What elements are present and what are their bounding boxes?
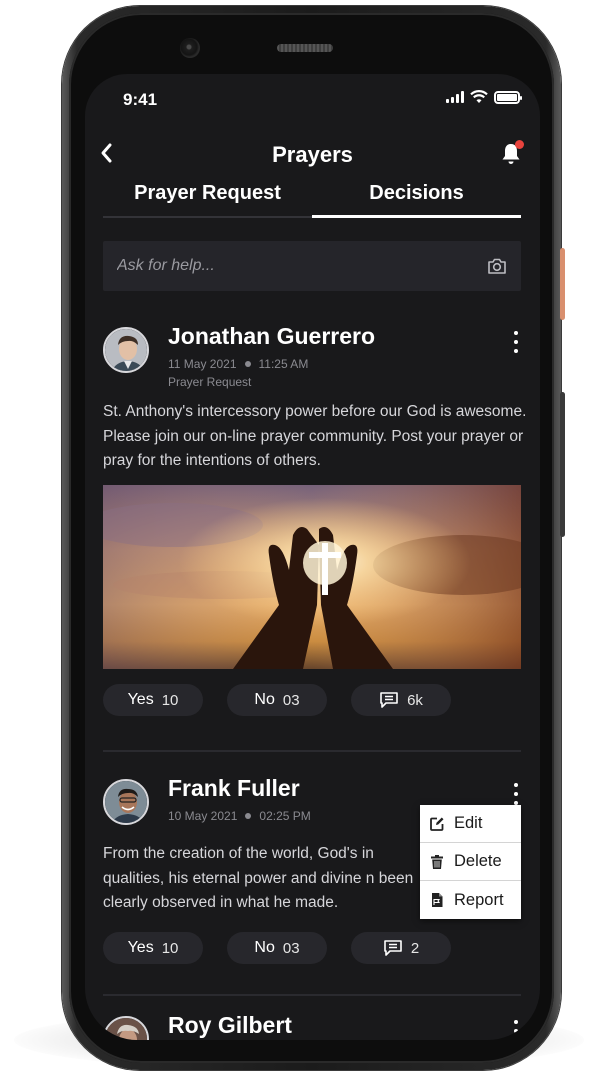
app-screen: 9:41 Prayers Prayer Request Decisions As… <box>85 74 540 1040</box>
author-name[interactable]: Roy Gilbert <box>168 1012 292 1039</box>
author-name[interactable]: Jonathan Guerrero <box>168 323 375 350</box>
comment-icon <box>380 692 398 708</box>
post-date: 11 May 2021 <box>168 357 237 371</box>
menu-item-edit[interactable]: Edit <box>420 805 521 843</box>
comments-count: 2 <box>410 939 420 957</box>
yes-button[interactable]: Yes 10 <box>103 932 203 964</box>
trash-icon <box>431 854 443 869</box>
separator-dot <box>244 361 251 367</box>
wifi-icon <box>470 90 488 103</box>
avatar[interactable] <box>103 1016 149 1040</box>
post-options-menu: Edit Delete Report <box>420 805 521 919</box>
post-time: 11:25 AM <box>258 357 309 371</box>
post-divider <box>103 994 521 996</box>
author-name[interactable]: Frank Fuller <box>168 775 300 802</box>
comments-count: 6k <box>407 691 423 709</box>
tab-bar: Prayer Request Decisions <box>103 178 521 218</box>
comments-button[interactable]: 6k <box>351 684 451 716</box>
menu-item-label: Edit <box>454 814 483 832</box>
post-category: Prayer Request <box>168 375 252 389</box>
search-input[interactable] <box>117 257 487 275</box>
edit-icon <box>430 817 444 831</box>
post-meta: 10 May 2021 02:25 PM <box>168 809 311 823</box>
comment-icon <box>384 940 402 956</box>
post-divider <box>103 750 521 752</box>
status-time: 9:41 <box>123 90 158 109</box>
separator-dot <box>245 813 252 819</box>
menu-item-report[interactable]: Report <box>420 881 521 919</box>
menu-item-label: Delete <box>454 852 502 870</box>
post-time: 02:25 PM <box>259 809 311 823</box>
yes-count: 10 <box>161 939 179 957</box>
report-icon <box>432 893 443 907</box>
post-date: 10 May 2021 <box>168 809 238 823</box>
menu-item-delete[interactable]: Delete <box>420 843 521 881</box>
menu-item-label: Report <box>454 890 504 909</box>
avatar[interactable] <box>103 779 149 825</box>
yes-label: Yes <box>127 939 154 956</box>
earpiece-speaker <box>277 44 333 52</box>
comments-button[interactable]: 2 <box>351 932 451 964</box>
power-button <box>560 248 565 320</box>
no-count: 03 <box>282 939 300 957</box>
more-options-button[interactable] <box>511 1020 521 1040</box>
post-image[interactable] <box>103 485 521 669</box>
volume-button <box>560 392 565 537</box>
search-bar <box>103 241 521 291</box>
no-button[interactable]: No 03 <box>227 932 327 964</box>
page-title: Prayers <box>272 142 353 167</box>
more-options-button[interactable] <box>511 331 521 353</box>
no-button[interactable]: No 03 <box>227 684 327 716</box>
post-body: From the creation of the world, God's in… <box>103 845 414 911</box>
post-body: St. Anthony's intercessory power before … <box>103 403 527 469</box>
battery-icon <box>494 90 522 104</box>
status-icons <box>446 90 522 104</box>
post-actions: Yes 10 No 03 6k <box>103 684 451 716</box>
camera-icon[interactable] <box>487 257 507 275</box>
more-options-button[interactable] <box>511 783 521 805</box>
no-count: 03 <box>282 691 300 709</box>
no-label: No <box>254 939 275 956</box>
front-camera <box>180 38 200 58</box>
tab-prayer-request[interactable]: Prayer Request <box>103 178 312 216</box>
yes-button[interactable]: Yes 10 <box>103 684 203 716</box>
tab-decisions[interactable]: Decisions <box>312 178 521 218</box>
yes-count: 10 <box>161 691 179 709</box>
signal-icon <box>446 91 464 103</box>
notification-badge <box>515 140 524 149</box>
post-actions: Yes 10 No 03 2 <box>103 932 451 964</box>
notifications-button[interactable] <box>500 140 524 166</box>
yes-label: Yes <box>127 691 154 708</box>
post-meta: 11 May 2021 11:25 AM <box>168 357 308 371</box>
no-label: No <box>254 691 275 708</box>
avatar[interactable] <box>103 327 149 373</box>
